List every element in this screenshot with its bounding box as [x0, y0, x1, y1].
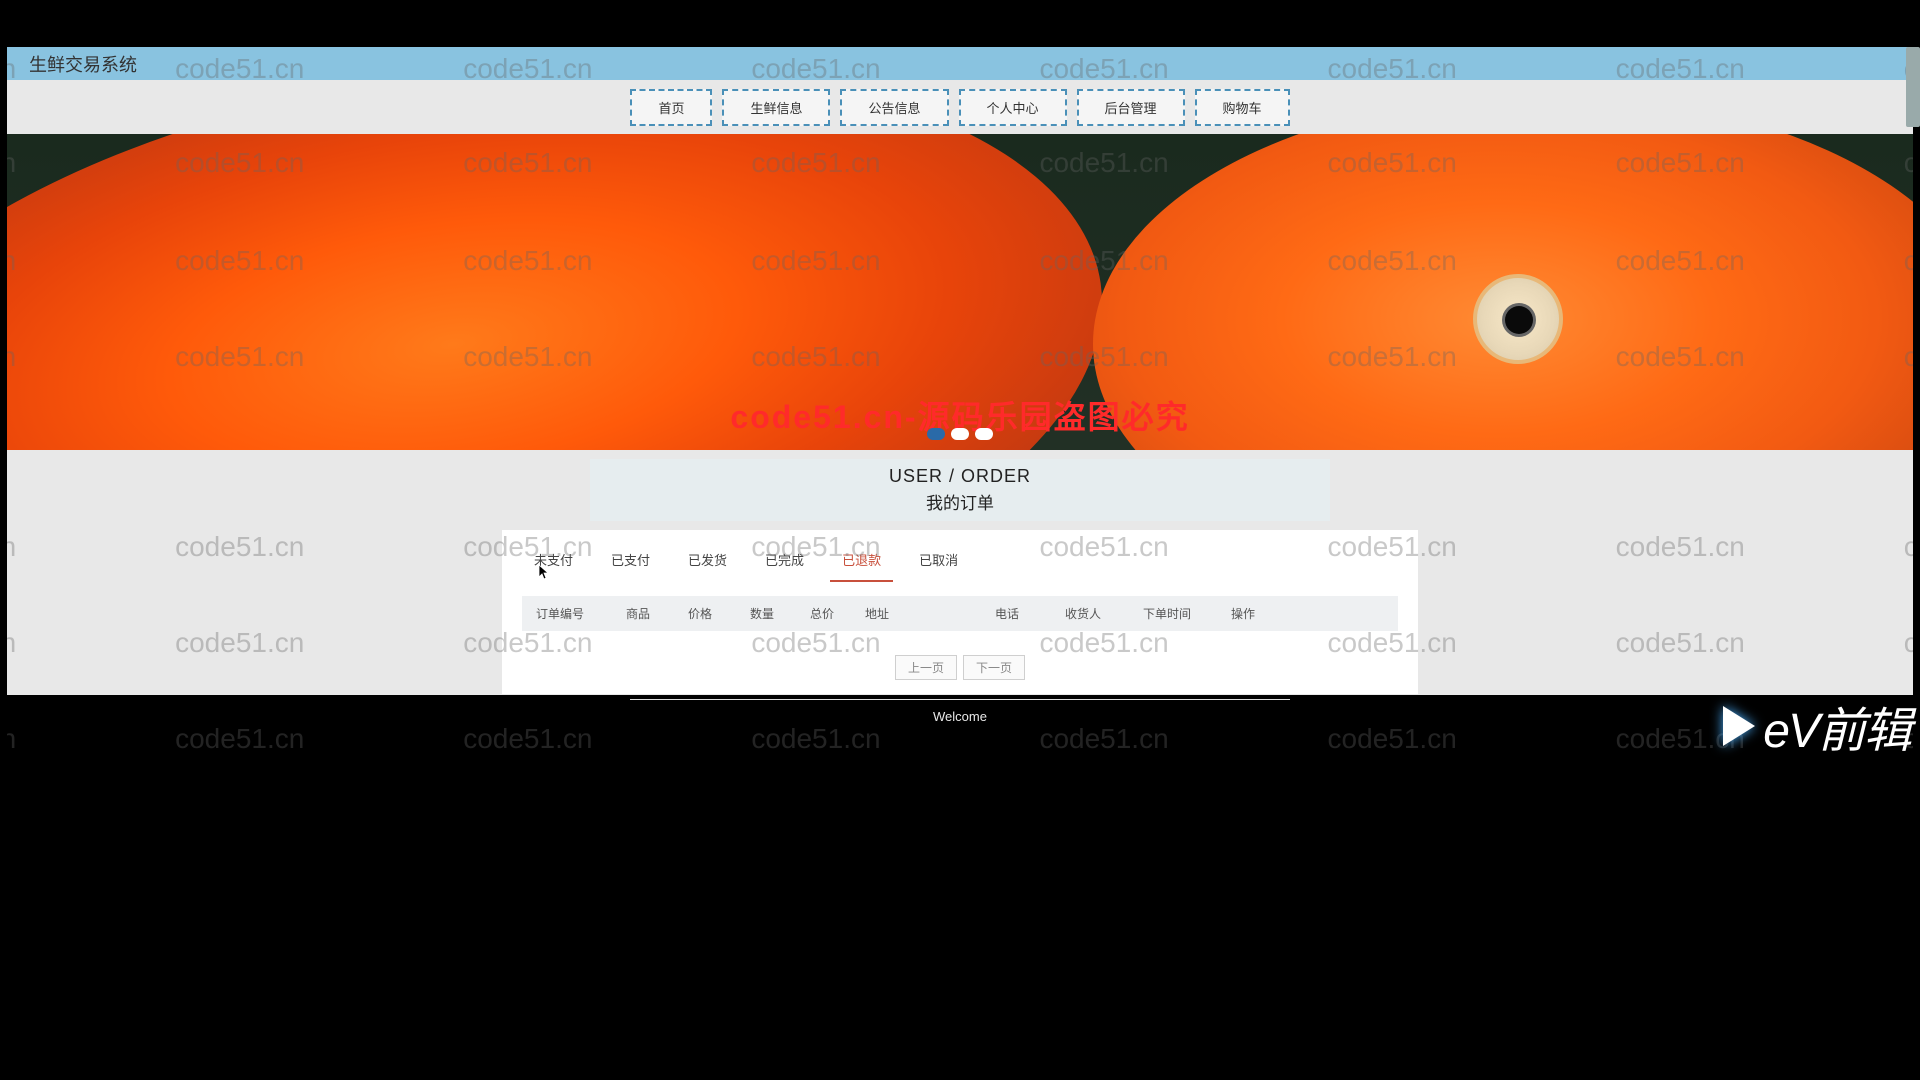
- header-bar: 生鲜交易系统: [7, 47, 1913, 80]
- tab-refunded[interactable]: 已退款: [840, 544, 883, 581]
- nav-profile[interactable]: 个人中心: [959, 89, 1067, 126]
- section-header-box: USER / ORDER 我的订单: [590, 459, 1330, 521]
- col-receiver: 收货人: [1065, 605, 1143, 622]
- app-title: 生鲜交易系统: [29, 51, 137, 77]
- tab-paid[interactable]: 已支付: [609, 544, 652, 581]
- order-status-tabs: 未支付 已支付 已发货 已完成 已退款 已取消: [502, 530, 1418, 582]
- nav-cart[interactable]: 购物车: [1195, 89, 1290, 126]
- col-action: 操作: [1231, 605, 1281, 622]
- next-page-button[interactable]: 下一页: [963, 655, 1025, 680]
- page-footer: Welcome: [7, 695, 1913, 760]
- col-time: 下单时间: [1143, 605, 1231, 622]
- pagination: 上一页 下一页: [502, 655, 1418, 680]
- order-table-header: 订单编号 商品 价格 数量 总价 地址 电话 收货人 下单时间 操作: [522, 596, 1398, 631]
- tab-cancelled[interactable]: 已取消: [917, 544, 960, 581]
- nav-admin[interactable]: 后台管理: [1077, 89, 1185, 126]
- col-total: 总价: [810, 605, 865, 622]
- carousel-dot-1[interactable]: [927, 428, 945, 440]
- letterbox-bottom: [0, 760, 1920, 1080]
- col-qty: 数量: [750, 605, 810, 622]
- section-title-en: USER / ORDER: [889, 466, 1031, 487]
- carousel-dot-2[interactable]: [951, 428, 969, 440]
- footer-divider: [630, 699, 1290, 700]
- carousel-indicators: [927, 428, 993, 440]
- fish-eye-icon: [1473, 274, 1563, 364]
- ev-recorder-badge: eV前辑: [1723, 691, 1910, 761]
- main-nav: 首页 生鲜信息 公告信息 个人中心 后台管理 购物车: [7, 80, 1913, 134]
- prev-page-button[interactable]: 上一页: [895, 655, 957, 680]
- scrollbar-thumb[interactable]: [1906, 47, 1920, 127]
- tab-completed[interactable]: 已完成: [763, 544, 806, 581]
- page: 生鲜交易系统 首页 生鲜信息 公告信息 个人中心 后台管理 购物车 code51…: [7, 47, 1913, 760]
- ev-badge-text: eV前辑: [1763, 691, 1910, 761]
- col-order-id: 订单编号: [536, 605, 626, 622]
- fish-pupil-icon: [1505, 306, 1533, 334]
- section-title-cn: 我的订单: [926, 489, 994, 514]
- nav-home[interactable]: 首页: [630, 89, 712, 126]
- col-goods: 商品: [626, 605, 688, 622]
- col-address: 地址: [865, 605, 995, 622]
- play-triangle-icon: [1723, 706, 1755, 746]
- section-header: USER / ORDER 我的订单: [7, 450, 1913, 530]
- carousel-dot-3[interactable]: [975, 428, 993, 440]
- letterbox-top: [0, 0, 1920, 47]
- col-phone: 电话: [995, 605, 1065, 622]
- nav-notice[interactable]: 公告信息: [840, 89, 948, 126]
- order-panel: 未支付 已支付 已发货 已完成 已退款 已取消 订单编号 商品 价格 数量 总价…: [502, 530, 1418, 694]
- tab-shipped[interactable]: 已发货: [686, 544, 729, 581]
- hero-banner: code51.cn-源码乐园盗图必究: [7, 134, 1913, 450]
- nav-fresh[interactable]: 生鲜信息: [722, 89, 830, 126]
- col-price: 价格: [688, 605, 750, 622]
- tab-unpaid[interactable]: 未支付: [532, 544, 575, 581]
- fish-head-illustration: [1093, 134, 1913, 450]
